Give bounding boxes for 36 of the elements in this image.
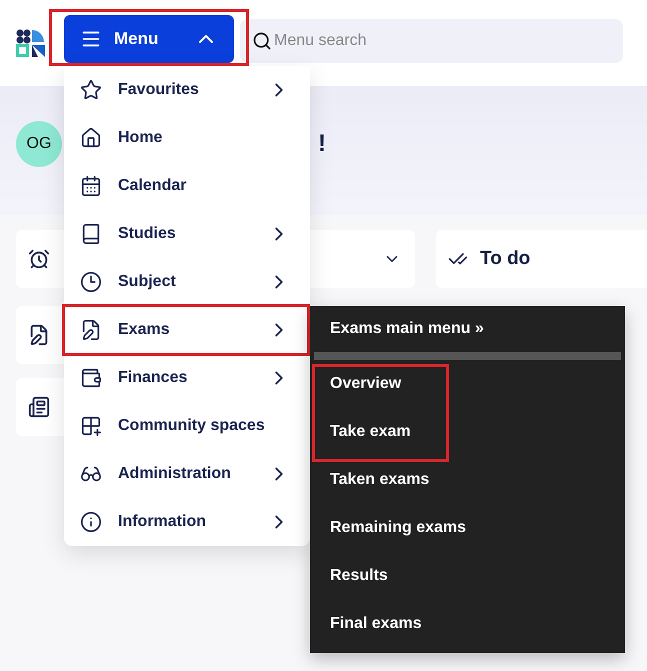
submenu-item[interactable]: Take exam bbox=[310, 408, 625, 456]
search-field[interactable]: Menu search bbox=[240, 19, 623, 63]
home-icon bbox=[80, 127, 102, 149]
submenu-item[interactable]: Overview bbox=[310, 360, 625, 408]
logo-icon bbox=[16, 29, 46, 57]
alarm-icon bbox=[28, 248, 50, 270]
menu-item[interactable]: Finances bbox=[64, 354, 310, 402]
card-title: To do bbox=[480, 248, 530, 270]
submenu-item[interactable]: Remaining exams bbox=[310, 504, 625, 552]
menu-item[interactable]: Information bbox=[64, 498, 310, 546]
submenu-item[interactable]: Results bbox=[310, 552, 625, 600]
menu-button[interactable]: Menu bbox=[64, 15, 234, 63]
pencil-note-icon bbox=[80, 319, 102, 341]
info-icon bbox=[80, 511, 102, 533]
menu-item[interactable]: Favourites bbox=[64, 66, 310, 114]
menu-item[interactable]: Calendar bbox=[64, 162, 310, 210]
menu-item[interactable]: Administration bbox=[64, 450, 310, 498]
menu-item[interactable]: Exams bbox=[64, 306, 310, 354]
submenu-title[interactable]: Exams main menu » bbox=[310, 306, 625, 352]
grid-plus-icon bbox=[80, 415, 102, 437]
star-icon bbox=[80, 79, 102, 101]
calendar-icon bbox=[80, 175, 102, 197]
clock-icon bbox=[80, 271, 102, 293]
pencil-note-icon bbox=[28, 324, 50, 346]
book-icon bbox=[80, 223, 102, 245]
menu-item[interactable]: Subject bbox=[64, 258, 310, 306]
submenu-item[interactable]: Final exams bbox=[310, 600, 625, 648]
avatar: OG bbox=[16, 120, 62, 166]
submenu-item[interactable]: Taken exams bbox=[310, 456, 625, 504]
wallet-icon bbox=[80, 367, 102, 389]
menu-item[interactable]: Studies bbox=[64, 210, 310, 258]
menu-item[interactable]: Home bbox=[64, 114, 310, 162]
search-icon bbox=[252, 31, 272, 51]
greeting-text: ! bbox=[318, 130, 326, 158]
newspaper-icon bbox=[28, 396, 50, 418]
menu-item[interactable]: Community spaces bbox=[64, 402, 310, 450]
